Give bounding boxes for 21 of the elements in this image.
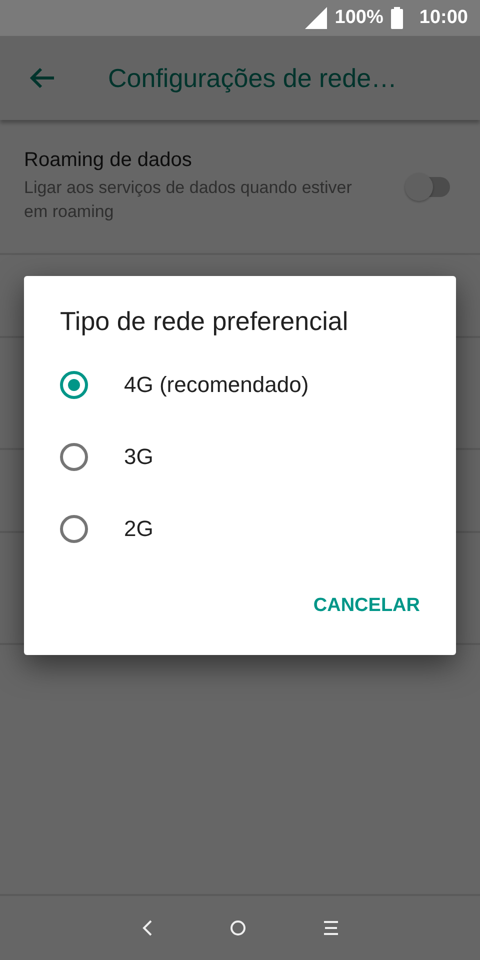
home-icon[interactable] [230, 920, 246, 936]
radio-button[interactable] [60, 371, 88, 399]
battery-percentage: 100% [334, 7, 384, 29]
setting-title: Roaming de dados [24, 149, 193, 172]
signal-icon [304, 7, 327, 29]
screen-title: Configurações de rede… [108, 62, 398, 94]
dialog-title: Tipo de rede preferencial [59, 306, 350, 337]
option-label: 4G (recomendado) [124, 372, 309, 398]
cancel-button[interactable]: CANCELAR [313, 587, 420, 625]
radio-button[interactable] [60, 515, 88, 543]
menu-icon[interactable] [324, 921, 338, 935]
radio-option[interactable]: 3G [24, 421, 456, 493]
clock-time: 10:00 [419, 7, 468, 29]
radio-button[interactable] [60, 443, 88, 471]
battery-icon [391, 7, 404, 29]
option-label: 3G [124, 444, 154, 470]
option-label: 2G [124, 516, 154, 542]
radio-option[interactable]: 4G (recomendado) [24, 349, 456, 421]
back-icon[interactable] [142, 920, 152, 936]
back-arrow-icon [29, 67, 55, 89]
radio-option[interactable]: 2G [24, 493, 456, 565]
